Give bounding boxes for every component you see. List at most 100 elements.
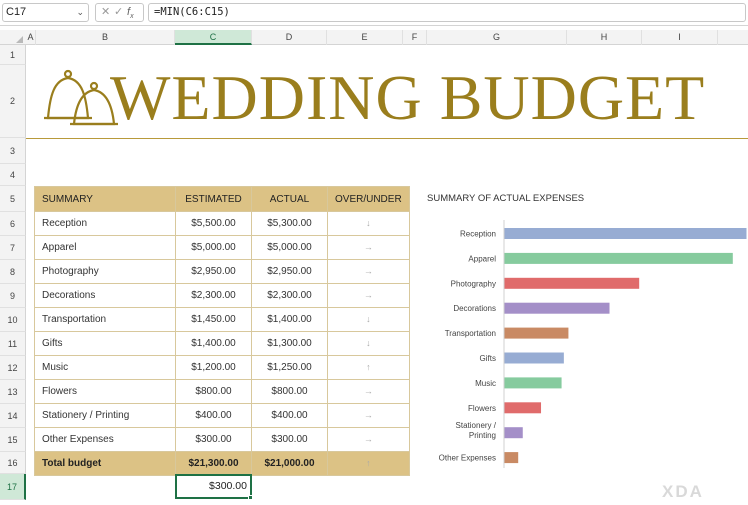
column-header-c[interactable]: C — [175, 30, 252, 45]
chevron-down-icon[interactable]: ⌄ — [76, 4, 84, 21]
estimated-cell[interactable]: $800.00 — [175, 379, 252, 404]
row-header-6[interactable]: 6 — [0, 212, 26, 236]
chart-category-label: Gifts — [480, 354, 496, 363]
actual-cell[interactable]: $2,950.00 — [251, 259, 328, 284]
row-header-4[interactable]: 4 — [0, 164, 26, 186]
over-under-cell[interactable]: → — [327, 235, 410, 260]
chart-bar[interactable] — [504, 252, 733, 264]
actual-cell[interactable]: $5,300.00 — [251, 211, 328, 236]
row-header-7[interactable]: 7 — [0, 236, 26, 260]
actual-cell[interactable]: $800.00 — [251, 379, 328, 404]
estimated-cell[interactable]: $1,200.00 — [175, 355, 252, 380]
over-under-cell[interactable]: → — [327, 283, 410, 308]
row-header-12[interactable]: 12 — [0, 356, 26, 380]
estimated-cell[interactable]: $1,400.00 — [175, 331, 252, 356]
actual-cell[interactable]: $21,000.00 — [251, 451, 328, 476]
category-cell[interactable]: Total budget — [34, 451, 176, 476]
actual-cell[interactable]: $1,300.00 — [251, 331, 328, 356]
column-header-i[interactable]: I — [642, 30, 718, 45]
header-summary[interactable]: SUMMARY — [34, 186, 176, 212]
over-under-cell[interactable]: → — [327, 379, 410, 404]
estimated-cell[interactable]: $300.00 — [175, 427, 252, 452]
actual-cell[interactable]: $400.00 — [251, 403, 328, 428]
row-header-16[interactable]: 16 — [0, 452, 26, 474]
actual-expenses-chart[interactable]: Reception Apparel Photography Decorations Tr… — [420, 218, 748, 470]
column-header-e[interactable]: E — [327, 30, 403, 45]
page-title: WEDDING BUDGET — [110, 62, 706, 133]
estimated-cell[interactable]: $400.00 — [175, 403, 252, 428]
category-cell[interactable]: Other Expenses — [34, 427, 176, 452]
column-header-a[interactable]: A — [26, 30, 36, 45]
header-over-under[interactable]: OVER/UNDER — [327, 186, 410, 212]
category-cell[interactable]: Decorations — [34, 283, 176, 308]
actual-cell[interactable]: $5,000.00 — [251, 235, 328, 260]
over-under-cell[interactable]: ↑ — [327, 355, 410, 380]
over-under-cell[interactable]: → — [327, 427, 410, 452]
insert-function-icon[interactable]: fx — [127, 4, 134, 25]
row-header-9[interactable]: 9 — [0, 284, 26, 308]
estimated-cell[interactable]: $2,950.00 — [175, 259, 252, 284]
chart-bar[interactable] — [504, 427, 523, 439]
row-header-11[interactable]: 11 — [0, 332, 26, 356]
row-header-13[interactable]: 13 — [0, 380, 26, 404]
column-header-g[interactable]: G — [427, 30, 567, 45]
row-header-14[interactable]: 14 — [0, 404, 26, 428]
cancel-icon[interactable]: ✕ — [101, 4, 110, 21]
category-cell[interactable]: Flowers — [34, 379, 176, 404]
over-under-cell[interactable]: ↓ — [327, 331, 410, 356]
over-under-cell[interactable]: → — [327, 403, 410, 428]
chart-bar[interactable] — [504, 452, 519, 464]
category-cell[interactable]: Apparel — [34, 235, 176, 260]
row-header-8[interactable]: 8 — [0, 260, 26, 284]
row-header-2[interactable]: 2 — [0, 65, 26, 138]
chart-bar[interactable] — [504, 302, 610, 314]
chart-category-label: Printing — [469, 431, 496, 440]
chart-bar[interactable] — [504, 277, 640, 289]
header-actual[interactable]: ACTUAL — [251, 186, 328, 212]
category-cell[interactable]: Stationery / Printing — [34, 403, 176, 428]
row-header-17[interactable]: 17 — [0, 474, 26, 500]
header-estimated[interactable]: ESTIMATED — [175, 186, 252, 212]
chart-bar[interactable] — [504, 327, 569, 339]
fill-handle[interactable] — [248, 495, 253, 500]
category-cell[interactable]: Reception — [34, 211, 176, 236]
estimated-cell[interactable]: $5,000.00 — [175, 235, 252, 260]
estimated-cell[interactable]: $2,300.00 — [175, 283, 252, 308]
over-under-cell[interactable]: ↓ — [327, 307, 410, 332]
over-under-cell[interactable]: ↑ — [327, 451, 410, 476]
chart-bar[interactable] — [504, 377, 562, 389]
chart-bar[interactable] — [504, 402, 542, 414]
row-header-3[interactable]: 3 — [0, 138, 26, 164]
over-under-cell[interactable]: → — [327, 259, 410, 284]
row-header-5[interactable]: 5 — [0, 186, 26, 212]
chart-category-label: Decorations — [453, 304, 496, 313]
select-all-corner[interactable] — [0, 30, 26, 45]
column-header-f[interactable]: F — [403, 30, 427, 45]
chart-bar[interactable] — [504, 352, 564, 364]
row-header-1[interactable]: 1 — [0, 45, 26, 65]
actual-cell[interactable]: $1,250.00 — [251, 355, 328, 380]
chart-bar[interactable] — [504, 228, 747, 239]
budget-table: SUMMARY ESTIMATED ACTUAL OVER/UNDER Rece… — [34, 186, 410, 476]
row-header-15[interactable]: 15 — [0, 428, 26, 452]
actual-cell[interactable]: $1,400.00 — [251, 307, 328, 332]
category-cell[interactable]: Transportation — [34, 307, 176, 332]
row-header-10[interactable]: 10 — [0, 308, 26, 332]
column-header-b[interactable]: B — [36, 30, 175, 45]
selected-cell-c17[interactable]: $300.00 — [175, 474, 252, 499]
estimated-cell[interactable]: $21,300.00 — [175, 451, 252, 476]
actual-cell[interactable]: $300.00 — [251, 427, 328, 452]
confirm-icon[interactable]: ✓ — [114, 4, 123, 21]
table-row: Decorations $2,300.00 $2,300.00 → — [34, 283, 410, 308]
formula-input[interactable]: =MIN(C6:C15) — [148, 3, 746, 22]
name-box[interactable]: C17 ⌄ — [2, 3, 89, 22]
category-cell[interactable]: Photography — [34, 259, 176, 284]
category-cell[interactable]: Gifts — [34, 331, 176, 356]
actual-cell[interactable]: $2,300.00 — [251, 283, 328, 308]
estimated-cell[interactable]: $1,450.00 — [175, 307, 252, 332]
category-cell[interactable]: Music — [34, 355, 176, 380]
column-header-d[interactable]: D — [252, 30, 327, 45]
estimated-cell[interactable]: $5,500.00 — [175, 211, 252, 236]
over-under-cell[interactable]: ↓ — [327, 211, 410, 236]
column-header-h[interactable]: H — [567, 30, 642, 45]
